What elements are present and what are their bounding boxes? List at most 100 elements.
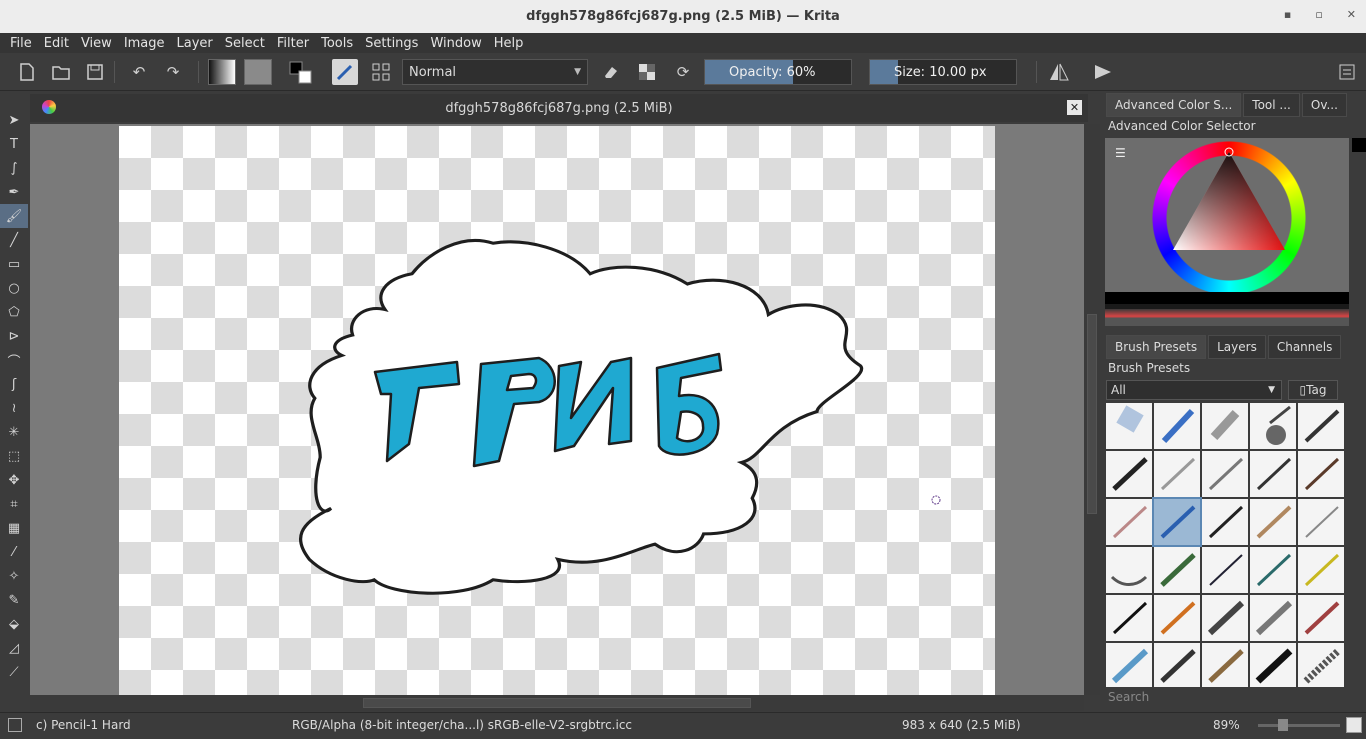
polygon-tool-icon[interactable]: ⬠ (0, 300, 28, 324)
bezier-tool-icon[interactable]: ⌒ (0, 348, 28, 372)
brush-preset-blender-icon[interactable] (1106, 547, 1152, 593)
vertical-scrollbar[interactable] (1084, 124, 1100, 695)
tab-overview[interactable]: Ov... (1301, 93, 1347, 117)
menu-window[interactable]: Window (424, 36, 487, 51)
menu-filter[interactable]: Filter (271, 36, 315, 51)
brush-preset-pen-icon[interactable] (1154, 403, 1200, 449)
brush-preset-fountain-pen-icon[interactable] (1106, 595, 1152, 641)
menu-select[interactable]: Select (219, 36, 271, 51)
menu-tools[interactable]: Tools (315, 36, 359, 51)
select-shapes-tool-icon[interactable]: ➤ (0, 108, 28, 132)
brush-preset-icon[interactable] (332, 59, 358, 85)
brush-preset-yellow-pen-icon[interactable] (1298, 547, 1344, 593)
mirror-horizontal-icon[interactable] (1046, 59, 1072, 85)
selection-icon[interactable] (8, 718, 22, 732)
brush-preset-pencil-grey-icon[interactable] (1202, 451, 1248, 497)
brush-preset-pencil-black-icon[interactable] (1202, 499, 1248, 545)
color-wheel[interactable] (1151, 140, 1307, 296)
multibrush-tool-icon[interactable]: ✳ (0, 420, 28, 444)
canvas-area[interactable] (30, 124, 1084, 695)
preset-search-input[interactable]: Search (1108, 690, 1149, 704)
menu-image[interactable]: Image (118, 36, 171, 51)
brush-preset-orange-brush-icon[interactable] (1154, 595, 1200, 641)
freehand-brush-tool-icon[interactable]: 🖌 (0, 204, 28, 228)
brush-preset-ink-icon[interactable] (1106, 451, 1152, 497)
menu-help[interactable]: Help (488, 36, 530, 51)
brush-preset-smudge-icon[interactable] (1250, 595, 1296, 641)
eraser-mode-icon[interactable] (598, 59, 624, 85)
tab-tool-options[interactable]: Tool ... (1243, 93, 1300, 117)
dynamic-brush-tool-icon[interactable]: ≀ (0, 396, 28, 420)
horizontal-scrollbar[interactable] (30, 695, 1084, 711)
brush-preset-watercolor-icon[interactable] (1106, 643, 1152, 687)
close-document-icon[interactable]: ✕ (1067, 100, 1082, 115)
brush-preset-wood-brush-icon[interactable] (1202, 643, 1248, 687)
text-tool-icon[interactable]: T (0, 132, 28, 156)
image-canvas[interactable] (119, 126, 995, 695)
reload-preset-icon[interactable]: ⟳ (670, 59, 696, 85)
close-window-button[interactable]: ✕ (1347, 8, 1356, 21)
pattern-selector-icon[interactable] (244, 59, 272, 85)
undo-icon[interactable]: ↶ (126, 59, 152, 85)
brush-preset-pencil-wood-icon[interactable] (1250, 499, 1296, 545)
brush-preset-pencil-thin-icon[interactable] (1298, 499, 1344, 545)
save-document-icon[interactable] (82, 59, 108, 85)
gradient-tool-icon[interactable]: ▦ (0, 516, 28, 540)
preset-filter-select[interactable]: All ▼ (1106, 380, 1282, 400)
horizontal-scroll-thumb[interactable] (363, 698, 751, 708)
document-tab[interactable]: dfggh578g86fcj687g.png (2.5 MiB) ✕ (30, 94, 1088, 122)
brush-preset-pencil-hard-icon[interactable] (1106, 499, 1152, 545)
zoom-slider[interactable] (1258, 724, 1340, 727)
menu-settings[interactable]: Settings (359, 36, 424, 51)
brush-preset-red-brush-icon[interactable] (1298, 595, 1344, 641)
polyline-tool-icon[interactable]: ⊳ (0, 324, 28, 348)
mirror-vertical-icon[interactable] (1090, 59, 1116, 85)
rectangle-tool-icon[interactable]: ▭ (0, 252, 28, 276)
brush-preset-pencil-light-icon[interactable] (1154, 451, 1200, 497)
brush-preset-pencil-1-hard-icon[interactable] (1152, 497, 1202, 547)
brush-preset-soft-eraser-icon[interactable] (1202, 403, 1248, 449)
brush-preset-pencil-dark-icon[interactable] (1250, 451, 1296, 497)
color-history-bar[interactable] (1105, 292, 1349, 326)
minimize-button[interactable]: ▪ (1284, 8, 1291, 21)
brush-preset-bristle-green-icon[interactable] (1154, 547, 1200, 593)
menu-edit[interactable]: Edit (38, 36, 75, 51)
measure-tool-icon[interactable]: ◿ (0, 636, 28, 660)
calligraphy-tool-icon[interactable]: ∫ (0, 156, 28, 180)
brush-preset-dark-brush-icon[interactable] (1154, 643, 1200, 687)
brush-preset-airbrush-icon[interactable] (1250, 403, 1296, 449)
color-picker-tool-icon[interactable]: ⁄ (0, 540, 28, 564)
brush-preset-eraser-icon[interactable] (1106, 403, 1152, 449)
color-swatch-icon[interactable] (286, 59, 316, 85)
line-tool-icon[interactable]: ╱ (0, 228, 28, 252)
tab-brush-presets[interactable]: Brush Presets (1106, 335, 1207, 359)
size-slider[interactable]: Size: 10.00 px (869, 59, 1017, 85)
tab-channels[interactable]: Channels (1267, 335, 1342, 359)
blend-mode-select[interactable]: Normal ▼ (402, 59, 588, 85)
new-document-icon[interactable] (14, 59, 40, 85)
selector-settings-icon[interactable]: ☰ (1115, 146, 1126, 160)
transform-tool-icon[interactable]: ⬚ (0, 444, 28, 468)
fill-tool-icon[interactable]: ⬙ (0, 612, 28, 636)
zoom-slider-handle[interactable] (1278, 719, 1288, 731)
brush-preset-marker-icon[interactable] (1298, 403, 1344, 449)
brush-preset-flat-brush-icon[interactable] (1202, 595, 1248, 641)
move-tool-icon[interactable]: ✥ (0, 468, 28, 492)
vertical-scroll-thumb[interactable] (1087, 314, 1097, 514)
edit-shapes-tool-icon[interactable]: ✒ (0, 180, 28, 204)
tag-button[interactable]: ▯ Tag (1288, 380, 1338, 400)
maximize-button[interactable]: ▫ (1315, 8, 1322, 21)
brush-preset-pencil-brown-icon[interactable] (1298, 451, 1344, 497)
menu-layer[interactable]: Layer (171, 36, 219, 51)
menu-file[interactable]: File (4, 36, 38, 51)
preserve-alpha-icon[interactable] (634, 59, 660, 85)
brush-settings-icon[interactable] (368, 59, 394, 85)
crop-tool-icon[interactable]: ⌗ (0, 492, 28, 516)
brush-preset-texture-icon[interactable] (1298, 643, 1344, 687)
ellipse-tool-icon[interactable]: ○ (0, 276, 28, 300)
brush-preset-teal-pen-icon[interactable] (1250, 547, 1296, 593)
reference-tool-icon[interactable]: ⟋ (0, 660, 28, 684)
redo-icon[interactable]: ↷ (160, 59, 186, 85)
smart-patch-tool-icon[interactable]: ✧ (0, 564, 28, 588)
workspace-chooser-icon[interactable] (1334, 59, 1360, 85)
